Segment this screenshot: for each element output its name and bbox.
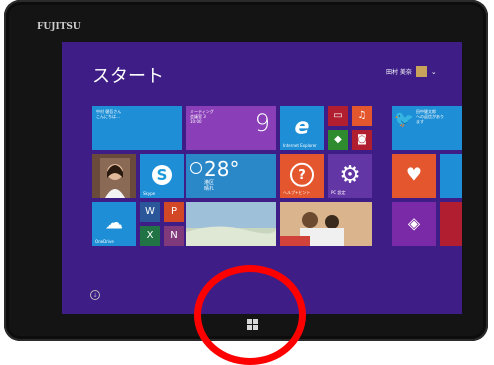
skype-icon: S (152, 165, 172, 185)
tile-contact[interactable]: 中村 健吾さん こんにちは… (92, 106, 182, 150)
sun-icon (190, 162, 202, 174)
avatar (415, 66, 427, 77)
tile-onedrive-label: OneDrive (95, 239, 114, 244)
tile-right-partial-1[interactable] (440, 154, 462, 198)
tile-people-photo[interactable] (92, 154, 136, 198)
tile-small-camera[interactable]: ◙ (352, 130, 372, 150)
game-controller-icon: ◆ (334, 133, 342, 145)
tile-news-photo[interactable] (186, 202, 276, 246)
tile-ie-label: Internet Explorer (283, 143, 317, 148)
chevron-down-icon: ⌄ (430, 67, 437, 76)
user-account[interactable]: 田村 美奈 ⌄ (386, 66, 437, 77)
excel-icon: X (146, 229, 154, 241)
tile-right-partial-2[interactable] (440, 202, 462, 246)
tile-small-music[interactable]: ♫ (352, 106, 372, 126)
people-photo-image (280, 202, 372, 246)
tile-calendar[interactable]: ミーティング 会議室 3 10:00 9 (186, 106, 276, 150)
tile-help-label: ヘルプ+ヒント (283, 190, 311, 195)
tile-contact-text: 中村 健吾さん こんにちは… (96, 109, 122, 119)
ie-icon: e (294, 114, 310, 140)
tile-skype[interactable]: S Skype (140, 154, 184, 198)
tile-twitter-text: 田中健太郎 への返信があり ます (416, 109, 444, 124)
tile-onedrive[interactable]: ☁ OneDrive (92, 202, 136, 246)
gear-icon: ⚙ (339, 160, 361, 189)
tile-small-games[interactable]: ◆ (328, 130, 348, 150)
tile-settings[interactable]: ⚙ PC 設定 (328, 154, 372, 198)
start-title: スタート (92, 66, 164, 87)
tile-food[interactable]: ◈ (392, 202, 436, 246)
tile-office-onenote[interactable]: N (164, 226, 184, 246)
video-icon: ▭ (333, 109, 343, 121)
camera-icon: ◙ (357, 133, 367, 145)
tile-calendar-date: 9 (254, 109, 270, 137)
person-photo (100, 158, 130, 198)
weather-details: 港区 晴れ (204, 180, 214, 192)
onenote-icon: N (170, 229, 178, 241)
tile-twitter[interactable]: 🐦 田中健太郎 への返信があり ます (392, 106, 462, 150)
help-icon: ? (290, 162, 314, 187)
tile-office-word[interactable]: W (140, 202, 160, 222)
tile-skype-label: Skype (143, 191, 156, 196)
tile-photos-people[interactable] (280, 202, 372, 246)
user-name: 田村 美奈 (386, 69, 412, 76)
headphones-icon: ♫ (357, 109, 367, 121)
onedrive-icon: ☁ (105, 212, 123, 234)
tile-office-powerpoint[interactable]: P (164, 202, 184, 222)
tile-office-excel[interactable]: X (140, 226, 160, 246)
brand-logo: FUJITSU (37, 22, 81, 32)
powerpoint-icon: P (170, 205, 178, 217)
weather-temp: 28° (204, 157, 240, 181)
tile-health[interactable]: ♥ (392, 154, 436, 198)
health-icon: ♥ (405, 164, 423, 186)
news-image (186, 202, 276, 246)
tile-internet-explorer[interactable]: e Internet Explorer (280, 106, 324, 150)
tile-small-video[interactable]: ▭ (328, 106, 348, 126)
tile-calendar-text: ミーティング 会議室 3 10:00 (190, 109, 214, 124)
annotation-red-circle (194, 265, 306, 365)
tile-settings-label: PC 設定 (331, 190, 346, 195)
twitter-icon: 🐦 (394, 109, 414, 129)
tile-help[interactable]: ? ヘルプ+ヒント (280, 154, 324, 198)
food-icon: ◈ (407, 213, 421, 233)
down-arrow-icon[interactable]: ↓ (90, 290, 100, 300)
tile-weather[interactable]: 28° 港区 晴れ (186, 154, 276, 198)
weather-condition: 晴れ (204, 186, 215, 192)
word-icon: W (145, 205, 155, 217)
